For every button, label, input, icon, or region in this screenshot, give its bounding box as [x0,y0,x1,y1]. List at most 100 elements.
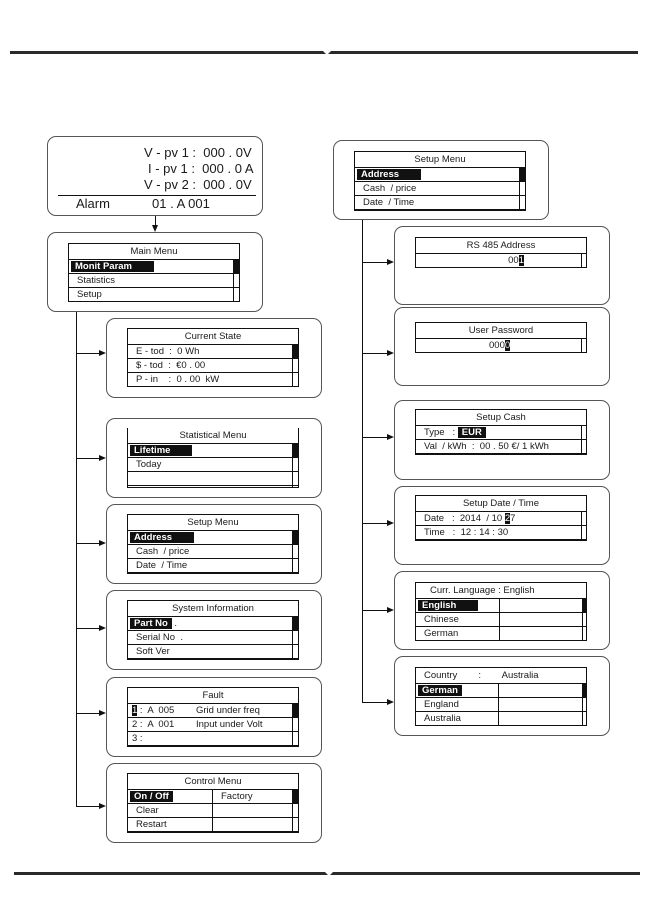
scroll-thumb[interactable] [583,683,586,697]
rs485-value-field[interactable]: 001 [416,254,586,268]
arrow-fault [99,710,106,716]
setup-left-item-date-time[interactable]: Date / Time [128,559,298,573]
system-info-item-serial-no[interactable]: Serial No . [128,631,298,645]
setup-cash-type-row[interactable]: Type : EUR [416,426,586,440]
current-state-scrollbar[interactable] [292,344,298,386]
fault-row[interactable]: 2 : A 001 Input under Volt [128,718,298,732]
fault-scrollbar[interactable] [292,703,298,746]
language-item-english[interactable]: English [416,599,586,613]
setup-menu-left-lcd: Setup Menu Address Cash / price Date / T… [127,514,299,574]
control-item-restart[interactable]: Restart [136,819,167,830]
scroll-thumb[interactable] [293,344,298,358]
current-state-lcd: Current State E - tod : 0 Wh $ - tod : €… [127,328,299,387]
arrow-control [99,803,106,809]
scroll-thumb[interactable] [293,616,298,630]
connector-rs485 [362,262,388,264]
scroll-thumb[interactable] [234,259,239,273]
setup-left-item-cash-price[interactable]: Cash / price [128,545,298,559]
setup-menu-right-lcd: Setup Menu Address Cash / price Date / T… [354,151,526,211]
fault-lcd: Fault 1 : A 005 Grid under freq 2 : A 001… [127,687,299,747]
password-value-field[interactable]: 0000 [416,339,586,353]
main-menu-item-statistics[interactable]: Statistics [69,274,239,288]
fault-desc: Input under Volt [196,719,263,730]
control-menu-scrollbar[interactable] [292,789,298,832]
setup-right-item-cash-price[interactable]: Cash / price [355,182,525,196]
scroll-thumb[interactable] [293,530,298,544]
setup-cash-val-row[interactable]: Val / kWh : 00 . 50 €/ 1 kWh [416,440,586,454]
fault-row[interactable]: 3 : [128,732,298,746]
time-row[interactable]: Time : 12 : 14 : 30 [416,526,586,540]
footer-rule-notch [325,872,333,876]
setup-menu-left-title: Setup Menu [128,515,298,531]
main-menu-item-monit-param[interactable]: Monit Param [69,260,239,274]
scroll-thumb[interactable] [583,598,586,612]
country-col2 [498,684,507,697]
connector-trunk-left [76,312,78,806]
system-info-lcd: System Information Part No . Serial No .… [127,600,299,660]
main-menu-item-setup[interactable]: Setup [69,288,239,302]
arrow-password [387,350,394,356]
main-menu-lcd: Main Menu Monit Param Statistics Setup [68,243,240,302]
rs485-panel: RS 485 Address 001 [394,226,610,305]
country-item-australia[interactable]: Australia [416,712,586,726]
scroll-thumb[interactable] [520,167,525,181]
arrow-setup-cash [387,434,394,440]
connector-system-info [76,628,100,630]
connector-trunk-right [362,220,364,703]
scroll-thumb[interactable] [293,443,298,457]
password-scrollbar[interactable] [581,338,586,352]
system-info-item-part-no[interactable]: Part No . [128,617,298,631]
statistical-menu-title: Statistical Menu [128,428,298,444]
arrow-rs485 [387,259,394,265]
fault-row[interactable]: 1 : A 005 Grid under freq [128,704,298,718]
statistical-menu-scrollbar[interactable] [292,443,298,487]
language-item-chinese[interactable]: Chinese [416,613,586,627]
statistical-menu-lcd: Statistical Menu Lifetime Today [127,428,299,488]
country-item-german[interactable]: German [416,684,586,698]
country-scrollbar[interactable] [582,683,586,725]
statistical-menu-panel: Statistical Menu Lifetime Today [106,418,322,498]
status-vpv1: V - pv 1 : 000 . 0V [144,145,252,160]
statistical-item-lifetime[interactable]: Lifetime [128,444,298,458]
setup-right-item-date-time[interactable]: Date / Time [355,196,525,210]
statistical-item-empty [128,472,298,486]
system-info-scrollbar[interactable] [292,616,298,659]
setup-cash-panel: Setup Cash Type : EUR Val / kWh : 00 . 5… [394,400,610,480]
arrow-setup-left [99,540,106,546]
main-menu-scrollbar[interactable] [233,259,239,301]
rs485-lcd: RS 485 Address 001 [415,237,587,268]
control-item-factory[interactable]: Factory [212,790,253,803]
country-panel: Country : Australia German England Austr… [394,656,610,736]
scroll-thumb[interactable] [293,789,298,803]
current-state-p-in: P - in : 0 . 00 kW [128,373,298,387]
control-item-on-off[interactable]: On / Off [130,791,173,802]
currency-type-value: EUR [457,427,486,438]
rs485-scrollbar[interactable] [581,253,586,267]
scroll-thumb[interactable] [293,703,298,717]
setup-menu-left-scrollbar[interactable] [292,530,298,573]
setup-date-time-scrollbar[interactable] [581,511,586,540]
date-row[interactable]: Date : 2014 / 10 27 [416,512,586,526]
system-info-item-soft-ver[interactable]: Soft Ver [128,645,298,659]
connector-country [362,702,388,704]
setup-right-item-address[interactable]: Address [355,168,525,182]
setup-cash-scrollbar[interactable] [581,425,586,454]
language-item-german[interactable]: German [416,627,586,641]
setup-left-item-address[interactable]: Address [128,531,298,545]
control-item-empty [212,818,221,831]
language-scrollbar[interactable] [582,598,586,640]
arrow-country [387,699,394,705]
country-item-england[interactable]: England [416,698,586,712]
control-item-clear[interactable]: Clear [136,805,159,816]
setup-cash-title: Setup Cash [416,410,586,426]
setup-date-time-title: Setup Date / Time [416,496,586,512]
language-lcd: Curr. Language : English English Chinese… [415,582,587,641]
connector-setup-left [76,543,100,545]
connector-statistical [76,458,100,460]
arrow-system-info [99,625,106,631]
password-title: User Password [416,323,586,339]
setup-menu-right-scrollbar[interactable] [519,167,525,210]
status-vpv2: V - pv 2 : 000 . 0V [144,177,252,192]
fault-title: Fault [128,688,298,704]
statistical-item-today[interactable]: Today [128,458,298,472]
